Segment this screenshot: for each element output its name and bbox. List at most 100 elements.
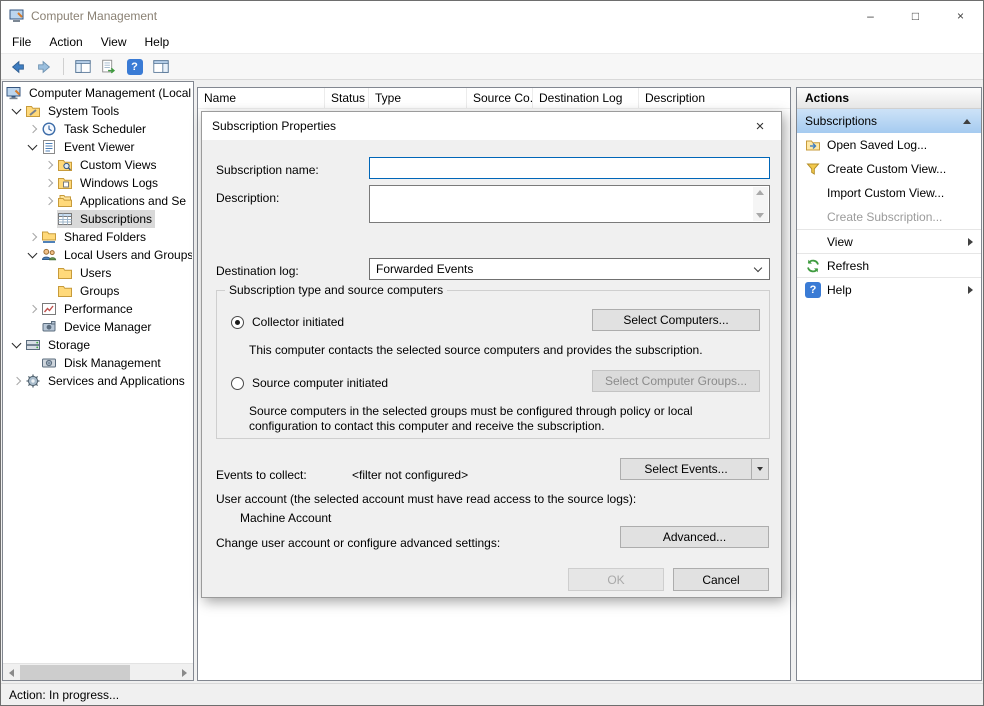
scroll-right-button[interactable] — [176, 664, 193, 681]
chevron-placeholder — [25, 355, 41, 371]
computer-management-icon — [6, 85, 22, 101]
select-computers-button[interactable]: Select Computers... — [592, 309, 760, 331]
tree-item-groups[interactable]: Groups — [3, 282, 192, 300]
radio-unselected-icon[interactable] — [231, 377, 244, 390]
scrollbar-thumb[interactable] — [20, 665, 130, 680]
tree-item-shared-folders[interactable]: Shared Folders — [3, 228, 192, 246]
forward-button[interactable] — [31, 55, 56, 78]
expand-chevron-icon[interactable] — [9, 373, 25, 389]
tree-item-subscriptions[interactable]: Subscriptions — [3, 210, 192, 228]
tree-item-event-viewer[interactable]: Event Viewer — [3, 138, 192, 156]
show-console-tree-button[interactable] — [70, 55, 95, 78]
tree-item-computer-management[interactable]: Computer Management (Local — [3, 84, 192, 102]
tree-item-storage[interactable]: Storage — [3, 336, 192, 354]
back-button[interactable] — [5, 55, 30, 78]
windows-logs-icon — [57, 175, 73, 191]
destination-log-dropdown[interactable]: Forwarded Events — [369, 258, 770, 280]
submenu-arrow-icon — [968, 286, 973, 294]
menu-view[interactable]: View — [92, 32, 136, 52]
left-arrow-icon — [9, 669, 14, 677]
tree-item-disk-management[interactable]: Disk Management — [3, 354, 192, 372]
tree-item-applications-and-services-logs[interactable]: Applications and Se — [3, 192, 192, 210]
collapse-chevron-icon[interactable] — [25, 247, 41, 263]
description-scrollbar[interactable] — [753, 187, 768, 221]
select-events-button[interactable]: Select Events... — [621, 459, 751, 479]
help-button[interactable]: ? — [122, 55, 147, 78]
scroll-up-icon[interactable] — [756, 190, 764, 195]
radio-selected-icon[interactable] — [231, 316, 244, 329]
close-button[interactable]: × — [938, 1, 983, 31]
collapse-chevron-icon[interactable] — [9, 337, 25, 353]
tree-item-system-tools[interactable]: System Tools — [3, 102, 192, 120]
action-help[interactable]: ? Help — [797, 277, 981, 301]
right-arrow-icon — [182, 669, 187, 677]
collapse-group-icon[interactable] — [963, 119, 971, 124]
action-label: Refresh — [827, 259, 869, 273]
dialog-close-button[interactable]: × — [739, 112, 781, 140]
menu-help[interactable]: Help — [136, 32, 179, 52]
column-header-name[interactable]: Name — [198, 88, 325, 108]
menu-action[interactable]: Action — [40, 32, 91, 52]
disk-management-icon — [41, 355, 57, 371]
tree-item-device-manager[interactable]: Device Manager — [3, 318, 192, 336]
expand-chevron-icon[interactable] — [41, 157, 57, 173]
column-header-destination-log[interactable]: Destination Log — [533, 88, 639, 108]
action-refresh[interactable]: Refresh — [797, 253, 981, 277]
events-to-collect-label: Events to collect: — [216, 468, 307, 482]
console-tree: Computer Management (Local System Tools … — [3, 84, 192, 662]
menu-bar: File Action View Help — [1, 31, 983, 53]
storage-icon — [25, 337, 41, 353]
scroll-left-button[interactable] — [3, 664, 20, 681]
show-action-pane-button[interactable] — [148, 55, 173, 78]
collapse-chevron-icon[interactable] — [9, 103, 25, 119]
tree-item-performance[interactable]: Performance — [3, 300, 192, 318]
menu-file[interactable]: File — [3, 32, 40, 52]
column-header-description[interactable]: Description — [639, 88, 790, 108]
collapse-chevron-icon[interactable] — [25, 139, 41, 155]
minimize-button[interactable]: – — [848, 1, 893, 31]
select-events-dropdown-button[interactable] — [751, 459, 768, 479]
action-create-subscription: Create Subscription... — [797, 205, 981, 229]
column-header-type[interactable]: Type — [369, 88, 467, 108]
tree-horizontal-scrollbar[interactable] — [3, 663, 193, 680]
export-list-button[interactable] — [96, 55, 121, 78]
action-open-saved-log[interactable]: Open Saved Log... — [797, 133, 981, 157]
destination-log-label: Destination log: — [216, 264, 299, 278]
expand-chevron-icon[interactable] — [41, 193, 57, 209]
tree-item-label: Applications and Se — [77, 193, 189, 209]
source-computer-initiated-radio[interactable]: Source computer initiated — [231, 376, 388, 390]
tree-item-users[interactable]: Users — [3, 264, 192, 282]
local-users-groups-icon — [41, 247, 57, 263]
maximize-button[interactable]: □ — [893, 1, 938, 31]
select-events-split-button[interactable]: Select Events... — [620, 458, 769, 480]
tree-item-windows-logs[interactable]: Windows Logs — [3, 174, 192, 192]
tree-item-task-scheduler[interactable]: Task Scheduler — [3, 120, 192, 138]
action-create-custom-view[interactable]: Create Custom View... — [797, 157, 981, 181]
expand-chevron-icon[interactable] — [25, 301, 41, 317]
open-saved-log-icon — [805, 137, 821, 153]
action-import-custom-view[interactable]: Import Custom View... — [797, 181, 981, 205]
scroll-down-icon[interactable] — [756, 213, 764, 218]
cancel-button[interactable]: Cancel — [673, 568, 769, 591]
console-tree-panel: Computer Management (Local System Tools … — [2, 81, 194, 681]
create-custom-view-icon — [805, 161, 821, 177]
advanced-button[interactable]: Advanced... — [620, 526, 769, 548]
collector-initiated-radio[interactable]: Collector initiated — [231, 315, 344, 329]
select-computer-groups-button: Select Computer Groups... — [592, 370, 760, 392]
advanced-settings-label: Change user account or configure advance… — [216, 536, 500, 550]
subscription-name-input[interactable] — [369, 157, 770, 179]
action-view[interactable]: View — [797, 229, 981, 253]
shared-folders-icon — [41, 229, 57, 245]
tree-item-services-and-applications[interactable]: Services and Applications — [3, 372, 192, 390]
column-header-status[interactable]: Status — [325, 88, 369, 108]
column-header-source-computers[interactable]: Source Co... — [467, 88, 533, 108]
expand-chevron-icon[interactable] — [41, 175, 57, 191]
description-input[interactable] — [369, 185, 770, 223]
expand-chevron-icon[interactable] — [25, 229, 41, 245]
tree-item-custom-views[interactable]: Custom Views — [3, 156, 192, 174]
expand-chevron-icon[interactable] — [25, 121, 41, 137]
tree-item-local-users-and-groups[interactable]: Local Users and Groups — [3, 246, 192, 264]
tree-item-label: Task Scheduler — [61, 121, 149, 137]
tree-item-label: Custom Views — [77, 157, 159, 173]
actions-group-subscriptions[interactable]: Subscriptions — [797, 109, 981, 133]
